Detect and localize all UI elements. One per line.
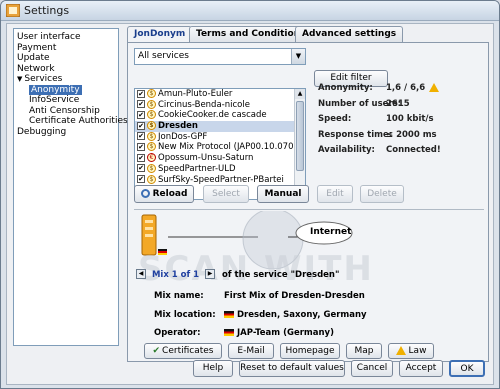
checkbox[interactable]: ✔ bbox=[137, 132, 145, 141]
delete-button[interactable]: Delete bbox=[360, 185, 404, 203]
dialog-content: User interface Payment Update Network ▼ S… bbox=[6, 23, 494, 385]
service-icon: $ bbox=[147, 121, 156, 131]
germany-flag-icon bbox=[224, 311, 234, 318]
cancel-button[interactable]: Cancel bbox=[351, 360, 393, 377]
previous-mix-icon[interactable]: ◀ bbox=[136, 269, 146, 279]
tab-terms-and-conditions[interactable]: Terms and Conditions bbox=[189, 26, 313, 42]
tree-item-payment[interactable]: Payment bbox=[17, 43, 115, 54]
app-icon bbox=[6, 4, 20, 17]
mix-counter: Mix 1 of 1 bbox=[151, 269, 200, 280]
tree-item-anti-censorship[interactable]: Anti Censorship bbox=[17, 106, 115, 117]
checkbox[interactable]: ✔ bbox=[137, 164, 145, 173]
warning-icon bbox=[395, 346, 406, 355]
mix-location-row: Mix location: Dresden, Saxony, Germany bbox=[154, 310, 367, 320]
service-icon: $ bbox=[147, 142, 156, 152]
stat-availability: Availability: Connected! bbox=[318, 145, 441, 155]
service-icon: $ bbox=[147, 174, 156, 184]
edit-button[interactable]: Edit bbox=[317, 185, 353, 203]
dropdown-arrow-icon[interactable]: ▼ bbox=[291, 49, 305, 64]
warning-icon bbox=[429, 83, 440, 92]
list-scrollbar[interactable]: ▲ ▼ bbox=[294, 89, 305, 199]
stat-users: Number of users: 2615 bbox=[318, 98, 410, 109]
tree-item-network[interactable]: Network bbox=[17, 64, 115, 75]
tab-jondonym[interactable]: JonDonym bbox=[127, 26, 193, 43]
service-icon: $ bbox=[147, 99, 156, 109]
law-button[interactable]: Law bbox=[388, 343, 434, 359]
tree-item-infoservice[interactable]: InfoService bbox=[17, 95, 115, 106]
service-icon: $ bbox=[147, 131, 156, 141]
accept-button[interactable]: Accept bbox=[399, 360, 443, 377]
tree-item-certificate-authorities[interactable]: Certificate Authorities bbox=[17, 116, 128, 127]
certificates-button[interactable]: ✔ Certificates bbox=[144, 343, 222, 359]
settings-tree[interactable]: User interface Payment Update Network ▼ S… bbox=[13, 28, 128, 346]
stat-anonymity: Anonymity: 1,6 / 6,6 bbox=[318, 83, 488, 99]
mix-name-row: Mix name: First Mix of Dresden-Dresden bbox=[154, 291, 365, 301]
map-button[interactable]: Map bbox=[346, 343, 382, 359]
list-item[interactable]: ✔ $ Amun-Pluto-Euler bbox=[135, 89, 305, 100]
list-item[interactable]: ✔ $ JonDos-GPF bbox=[135, 131, 305, 143]
checkbox[interactable]: ✔ bbox=[137, 175, 145, 183]
email-button[interactable]: E-Mail bbox=[228, 343, 274, 359]
scrollbar-thumb[interactable] bbox=[296, 101, 304, 171]
tree-item-update[interactable]: Update bbox=[17, 53, 115, 64]
checkbox[interactable]: ✔ bbox=[137, 142, 145, 151]
scroll-up-icon[interactable]: ▲ bbox=[295, 89, 305, 99]
select-button[interactable]: Select bbox=[203, 185, 249, 203]
checkbox[interactable]: ✔ bbox=[137, 89, 145, 98]
list-item[interactable]: ✔ € Opossum-Unsu-Saturn bbox=[135, 153, 305, 164]
jondonym-panel: All services ▼ Edit filter ✔ $ Amun-Pluto-… bbox=[127, 42, 489, 362]
next-mix-icon[interactable]: ▶ bbox=[205, 269, 216, 279]
list-item[interactable]: ✔ $ CookieCooker.de cascade bbox=[135, 110, 305, 121]
tab-advanced-settings[interactable]: Advanced settings bbox=[295, 26, 404, 42]
tree-item-anonymity[interactable]: Anonymity bbox=[17, 84, 115, 95]
service-list[interactable]: ✔ $ Amun-Pluto-Euler ✔ $ Circinus-Benda-nico… bbox=[134, 88, 306, 200]
list-item[interactable]: ✔ $ SurfSky-SpeedPartner-PBartei bbox=[135, 174, 305, 186]
service-icon: $ bbox=[147, 89, 156, 98]
stat-speed: Speed: 100 kbit/s bbox=[318, 114, 434, 124]
payment-icon: € bbox=[147, 153, 156, 163]
homepage-button[interactable]: Homepage bbox=[280, 343, 340, 359]
help-button[interactable]: Help bbox=[193, 360, 233, 377]
list-item[interactable]: ✔ $ Circinus-Benda-nicole bbox=[135, 99, 305, 111]
service-stats: Anonymity: 1,6 / 6,6 Number of users: 2615… bbox=[318, 83, 488, 161]
list-item[interactable]: ✔ $ SpeedPartner-ULD bbox=[135, 163, 305, 175]
checkbox[interactable]: ✔ bbox=[137, 153, 145, 162]
reload-button[interactable]: Reload bbox=[134, 185, 194, 203]
service-icon: $ bbox=[147, 163, 156, 173]
reload-icon bbox=[140, 189, 150, 198]
expand-arrow-icon[interactable]: ▼ bbox=[17, 75, 22, 83]
mix-navigation: ◀ Mix 1 of 1 ▶ of the service "Dresden" bbox=[136, 269, 339, 280]
checkbox[interactable]: ✔ bbox=[137, 100, 145, 109]
title-bar[interactable]: Settings bbox=[1, 1, 499, 21]
list-item[interactable]: ✔ $ New Mix Protocol (JAP00.10.070) bbox=[135, 142, 305, 153]
internet-label: Internet bbox=[310, 227, 352, 237]
checkmark-icon: ✔ bbox=[152, 346, 161, 356]
settings-window: Settings User interface Payment Update N… bbox=[0, 0, 500, 389]
manual-button[interactable]: Manual bbox=[257, 185, 309, 203]
reset-defaults-button[interactable]: Reset to default values bbox=[239, 360, 345, 377]
mix-service-text: of the service "Dresden" bbox=[222, 269, 340, 280]
connection-diagram: SCAN WITH Internet bbox=[138, 208, 478, 301]
checkbox[interactable]: ✔ bbox=[137, 121, 145, 130]
dialog-button-bar: Help Reset to default values Cancel Acce… bbox=[7, 358, 493, 384]
list-item-selected[interactable]: ✔ $ Dresden bbox=[135, 121, 305, 132]
operator-row: Operator: JAP-Team (Germany) bbox=[154, 328, 334, 338]
service-icon: $ bbox=[147, 110, 156, 120]
stat-response-time: Response time: ≤ 2000 ms bbox=[318, 129, 437, 140]
tree-item-services[interactable]: ▼ Services bbox=[17, 74, 115, 85]
tree-item-user-interface[interactable]: User interface bbox=[17, 32, 115, 43]
window-title: Settings bbox=[24, 4, 70, 17]
service-filter-select[interactable]: All services ▼ bbox=[134, 48, 306, 65]
ok-button[interactable]: OK bbox=[449, 360, 485, 377]
checkbox[interactable]: ✔ bbox=[137, 110, 145, 119]
separator bbox=[134, 209, 484, 210]
germany-flag-icon bbox=[224, 329, 234, 336]
tree-item-debugging[interactable]: Debugging bbox=[17, 127, 115, 138]
